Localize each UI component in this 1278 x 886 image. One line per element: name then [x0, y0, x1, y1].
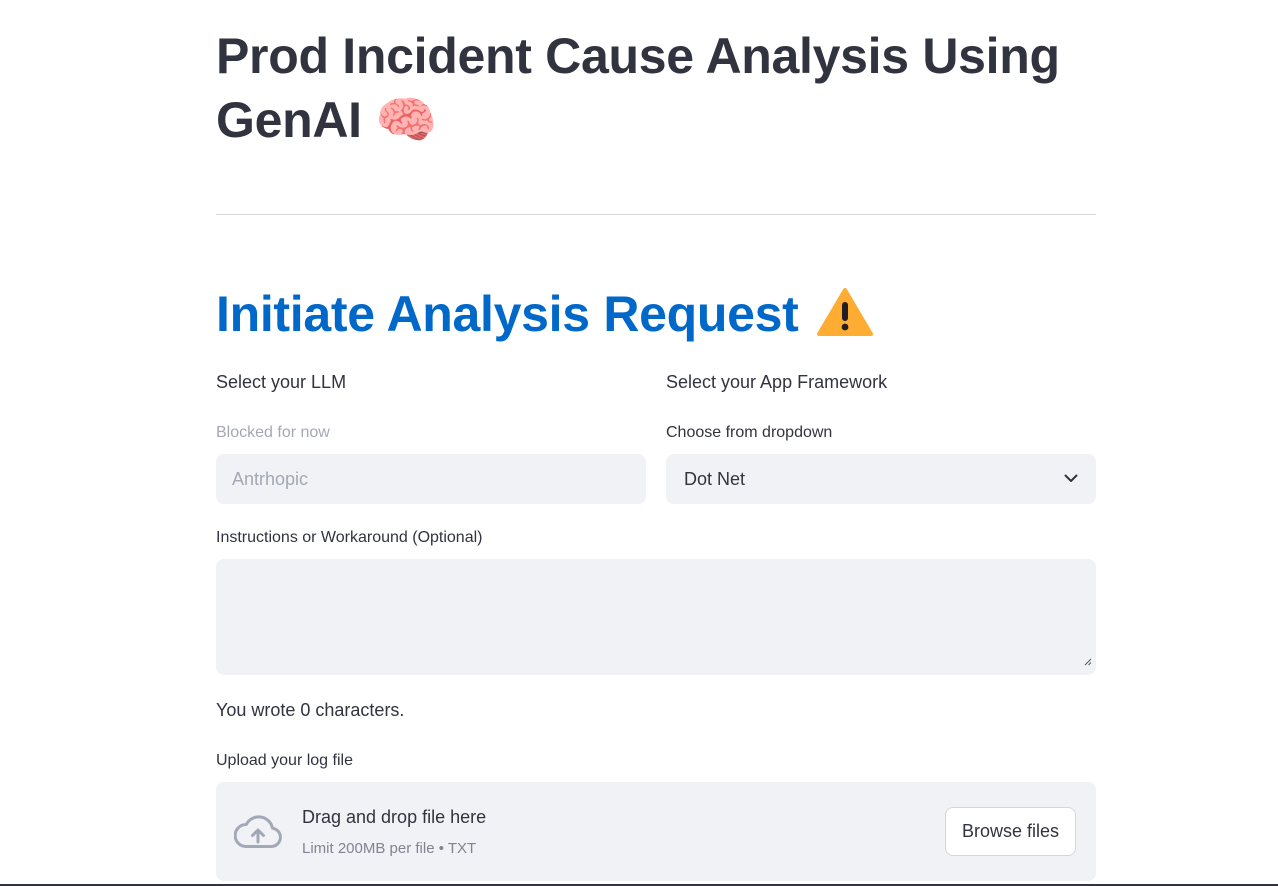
dropzone-title: Drag and drop file here [302, 807, 487, 827]
llm-input-placeholder: Antrhopic [232, 468, 309, 489]
resize-handle-icon[interactable] [1084, 653, 1092, 671]
llm-field-label: Blocked for now [216, 424, 330, 441]
framework-select-value: Dot Net [684, 468, 746, 489]
section-title: Initiate Analysis Request [216, 282, 873, 352]
warning-icon [816, 287, 873, 352]
divider [216, 214, 1096, 215]
cloud-upload-icon [233, 815, 282, 854]
chevron-down-icon [1064, 470, 1078, 488]
upload-label: Upload your log file [216, 752, 353, 769]
framework-field-label: Choose from dropdown [666, 424, 833, 441]
file-dropzone[interactable]: Drag and drop file here Limit 200MB per … [216, 782, 1096, 881]
llm-input: Antrhopic [216, 454, 646, 504]
page-title-text: Prod Incident Cause Analysis Using GenAI [216, 28, 1060, 148]
framework-column-label: Select your App Framework [666, 372, 888, 392]
char-count-text: You wrote 0 characters. [216, 700, 405, 720]
dropzone-limit: Limit 200MB per file • TXT [302, 840, 477, 857]
instructions-label: Instructions or Workaround (Optional) [216, 529, 483, 546]
section-title-text: Initiate Analysis Request [216, 286, 799, 342]
framework-select[interactable]: Dot Net [666, 454, 1096, 504]
page-title: Prod Incident Cause Analysis Using GenAI… [216, 24, 1096, 152]
brain-icon: 🧠 [375, 91, 438, 149]
llm-column-label: Select your LLM [216, 372, 347, 392]
browse-files-button[interactable]: Browse files [944, 807, 1076, 856]
instructions-textarea[interactable] [216, 559, 1096, 675]
